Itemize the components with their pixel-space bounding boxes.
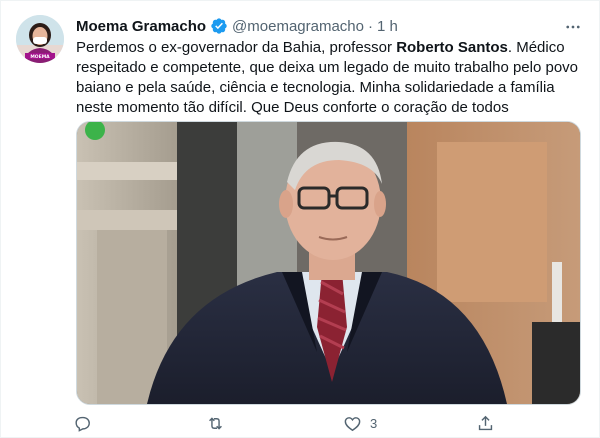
tweet-text-bold: Roberto Santos [396, 39, 508, 56]
reply-button[interactable] [73, 411, 100, 435]
tweet-photo[interactable] [76, 121, 581, 405]
author-handle[interactable]: @moemagramacho [232, 18, 364, 35]
tweet-timestamp[interactable]: 1 h [377, 18, 398, 35]
verified-badge-icon [210, 17, 228, 35]
tweet-header: Moema Gramacho @moemagramacho · 1 h [76, 16, 579, 36]
tweet-photo-image [77, 122, 580, 404]
tweet-text-part-1: Perdemos o ex-governador da Bahia, profe… [76, 39, 397, 56]
author-name[interactable]: Moema Gramacho [76, 18, 206, 35]
like-button[interactable]: 3 [343, 411, 377, 435]
share-icon [478, 415, 493, 430]
retweet-button[interactable] [206, 411, 233, 435]
tweet-actions: 3 [73, 411, 513, 435]
heart-icon [344, 416, 361, 431]
header-separator: · [368, 17, 373, 35]
avatar-photo: MOEMA [16, 15, 64, 63]
more-options-icon[interactable] [561, 15, 585, 39]
retweet-icon [209, 416, 222, 430]
avatar-badge-text: MOEMA [30, 54, 50, 60]
tweet-text: Perdemos o ex-governador da Bahia, profe… [76, 38, 581, 118]
avatar[interactable]: MOEMA [16, 15, 64, 63]
share-button[interactable] [476, 411, 503, 435]
reply-icon [75, 416, 90, 432]
tweet-card[interactable]: MOEMA Moema Gramacho @moemagramacho · 1 … [0, 0, 600, 438]
like-count: 3 [370, 415, 378, 431]
